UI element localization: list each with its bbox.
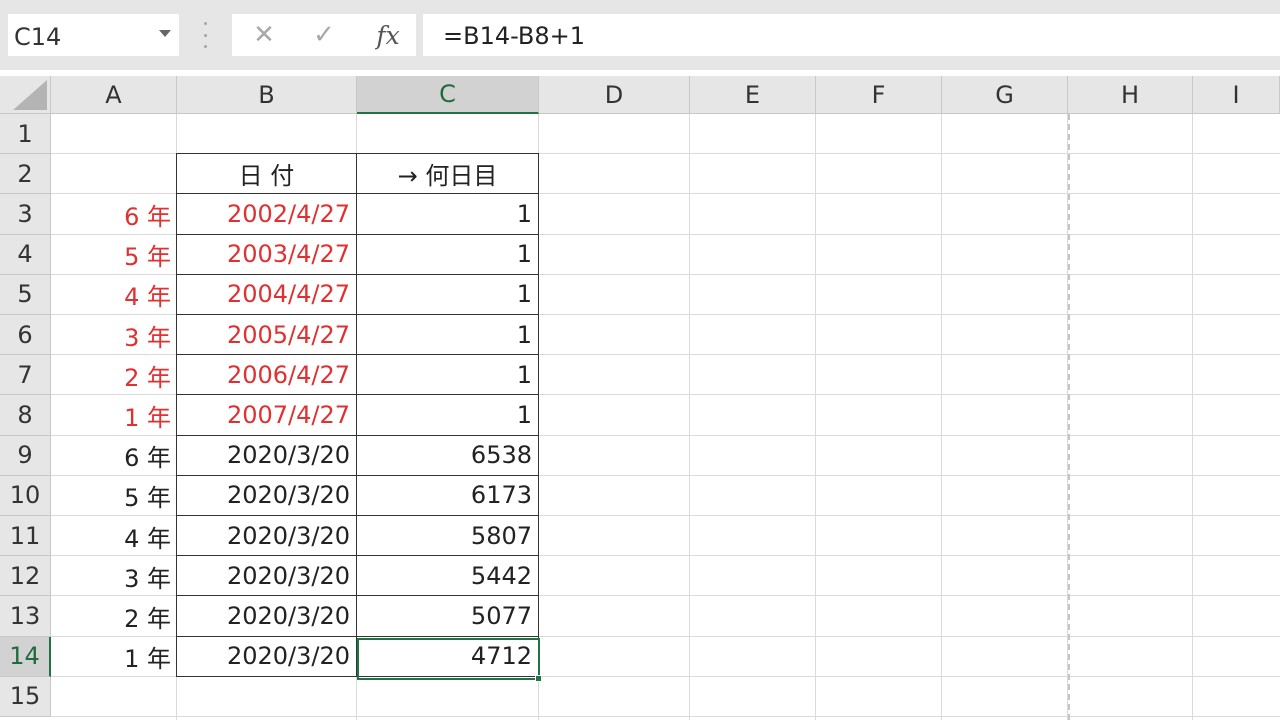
cell-b9[interactable]: 2020/3/20 xyxy=(176,434,357,476)
cell-c9[interactable]: 6538 xyxy=(356,434,539,476)
cell-c8[interactable]: 1 xyxy=(356,394,539,436)
formula-input[interactable]: =B14-B8+1 xyxy=(423,14,1280,56)
cell-b2-date-header[interactable]: 日 付 xyxy=(176,153,357,195)
check-icon[interactable]: ✓ xyxy=(296,14,352,56)
cell-b5[interactable]: 2004/4/27 xyxy=(176,273,357,315)
page-break-line xyxy=(1068,114,1070,720)
row-header-13[interactable]: 13 xyxy=(0,596,51,637)
cell-a5[interactable]: 4 年 xyxy=(51,275,177,315)
worksheet-grid[interactable]: ABCDEFGHI 1 2 3 4 5 6 7 8 9 10 11 12 13 14 15 日 付 → 何日目… xyxy=(0,76,1280,720)
row-header-7[interactable]: 7 xyxy=(0,355,51,396)
column-header-a[interactable]: A xyxy=(51,76,177,114)
fill-handle[interactable] xyxy=(535,675,542,682)
cell-c5[interactable]: 1 xyxy=(356,273,539,315)
column-header-d[interactable]: D xyxy=(539,76,690,114)
cell-b14[interactable]: 2020/3/20 xyxy=(176,635,357,677)
row-header-10[interactable]: 10 xyxy=(0,475,51,516)
cell-b11[interactable]: 2020/3/20 xyxy=(176,515,357,557)
column-header-c[interactable]: C xyxy=(357,76,539,114)
cell-a11[interactable]: 4 年 xyxy=(51,516,177,556)
cell-b10[interactable]: 2020/3/20 xyxy=(176,474,357,516)
row-header-8[interactable]: 8 xyxy=(0,395,51,436)
cell-c7[interactable]: 1 xyxy=(356,354,539,396)
select-all-button[interactable] xyxy=(0,76,51,114)
cell-b8[interactable]: 2007/4/27 xyxy=(176,394,357,436)
cell-b7[interactable]: 2006/4/27 xyxy=(176,354,357,396)
row-header-15[interactable]: 15 xyxy=(0,676,51,717)
row-header-4[interactable]: 4 xyxy=(0,234,51,275)
cell-a14[interactable]: 1 年 xyxy=(51,637,177,677)
row-header-12[interactable]: 12 xyxy=(0,556,51,597)
cell-b4[interactable]: 2003/4/27 xyxy=(176,233,357,275)
cell-a4[interactable]: 5 年 xyxy=(51,235,177,275)
formula-bar: C14 ✕ ✓ fx =B14-B8+1 xyxy=(0,0,1280,70)
cancel-icon[interactable]: ✕ xyxy=(236,14,292,56)
cell-c4[interactable]: 1 xyxy=(356,233,539,275)
cell-c2-days-header[interactable]: → 何日目 xyxy=(356,153,539,195)
cell-b6[interactable]: 2005/4/27 xyxy=(176,314,357,356)
column-header-i[interactable]: I xyxy=(1193,76,1280,114)
cell-a6[interactable]: 3 年 xyxy=(51,315,177,355)
column-header-e[interactable]: E xyxy=(690,76,816,114)
cell-a7[interactable]: 2 年 xyxy=(51,355,177,395)
formula-text: =B14-B8+1 xyxy=(443,22,586,50)
row-header-9[interactable]: 9 xyxy=(0,435,51,476)
name-box-value: C14 xyxy=(14,23,62,51)
row-header-2[interactable]: 2 xyxy=(0,154,51,195)
cell-c11[interactable]: 5807 xyxy=(356,515,539,557)
cell-b13[interactable]: 2020/3/20 xyxy=(176,595,357,637)
column-header-h[interactable]: H xyxy=(1068,76,1193,114)
cell-a10[interactable]: 5 年 xyxy=(51,476,177,516)
cell-a8[interactable]: 1 年 xyxy=(51,395,177,435)
column-header-b[interactable]: B xyxy=(177,76,357,114)
row-header-14[interactable]: 14 xyxy=(0,636,51,677)
cell-b12[interactable]: 2020/3/20 xyxy=(176,555,357,597)
column-header-g[interactable]: G xyxy=(942,76,1068,114)
cell-b3[interactable]: 2002/4/27 xyxy=(176,193,357,235)
formula-buttons: ✕ ✓ fx xyxy=(232,14,416,56)
cell-a9[interactable]: 6 年 xyxy=(51,436,177,476)
cell-c10[interactable]: 6173 xyxy=(356,474,539,516)
drag-handle-icon[interactable] xyxy=(198,22,212,48)
row-header-1[interactable]: 1 xyxy=(0,114,51,155)
cell-c12[interactable]: 5442 xyxy=(356,555,539,597)
cell-c13[interactable]: 5077 xyxy=(356,595,539,637)
column-header-f[interactable]: F xyxy=(816,76,942,114)
cell-c3[interactable]: 1 xyxy=(356,193,539,235)
cell-a13[interactable]: 2 年 xyxy=(51,596,177,636)
chevron-down-icon[interactable] xyxy=(159,30,171,37)
cell-a3[interactable]: 6 年 xyxy=(51,194,177,234)
row-header-3[interactable]: 3 xyxy=(0,194,51,235)
cell-c6[interactable]: 1 xyxy=(356,314,539,356)
insert-function-icon[interactable]: fx xyxy=(360,14,416,56)
row-header-11[interactable]: 11 xyxy=(0,516,51,557)
row-header-6[interactable]: 6 xyxy=(0,315,51,356)
cell-c14[interactable]: 4712 xyxy=(356,635,539,677)
row-header-5[interactable]: 5 xyxy=(0,274,51,315)
name-box[interactable]: C14 xyxy=(8,14,179,56)
cell-a12[interactable]: 3 年 xyxy=(51,556,177,596)
